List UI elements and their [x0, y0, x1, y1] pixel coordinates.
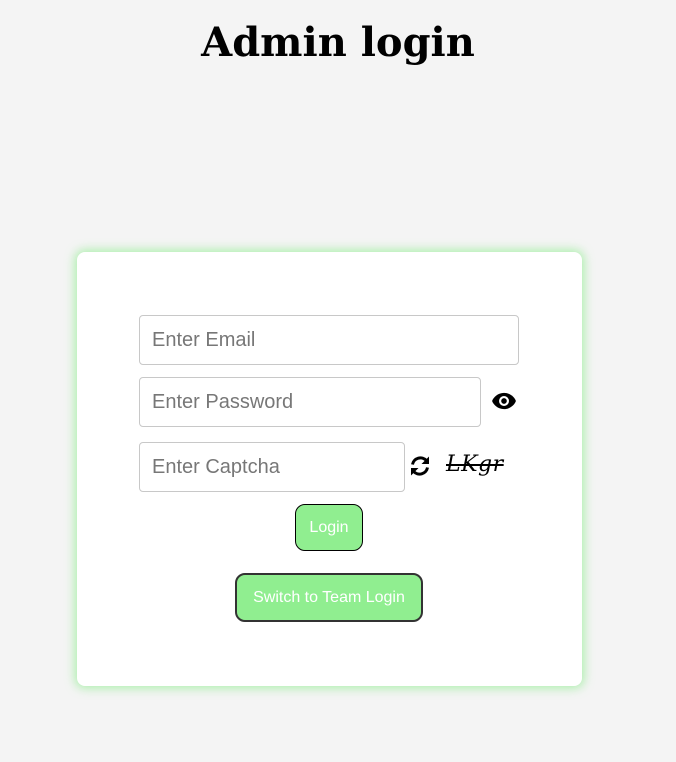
email-field[interactable] — [139, 315, 519, 365]
switch-to-team-login-button[interactable]: Switch to Team Login — [235, 573, 423, 622]
captcha-code: LKgr — [446, 452, 504, 477]
page-title: Admin login — [201, 19, 475, 66]
refresh-icon[interactable] — [407, 453, 433, 479]
captcha-field[interactable] — [139, 442, 405, 492]
login-card: LKgr Login Switch to Team Login — [77, 252, 582, 686]
login-button[interactable]: Login — [295, 504, 363, 551]
password-field[interactable] — [139, 377, 481, 427]
eye-icon[interactable] — [491, 388, 517, 414]
